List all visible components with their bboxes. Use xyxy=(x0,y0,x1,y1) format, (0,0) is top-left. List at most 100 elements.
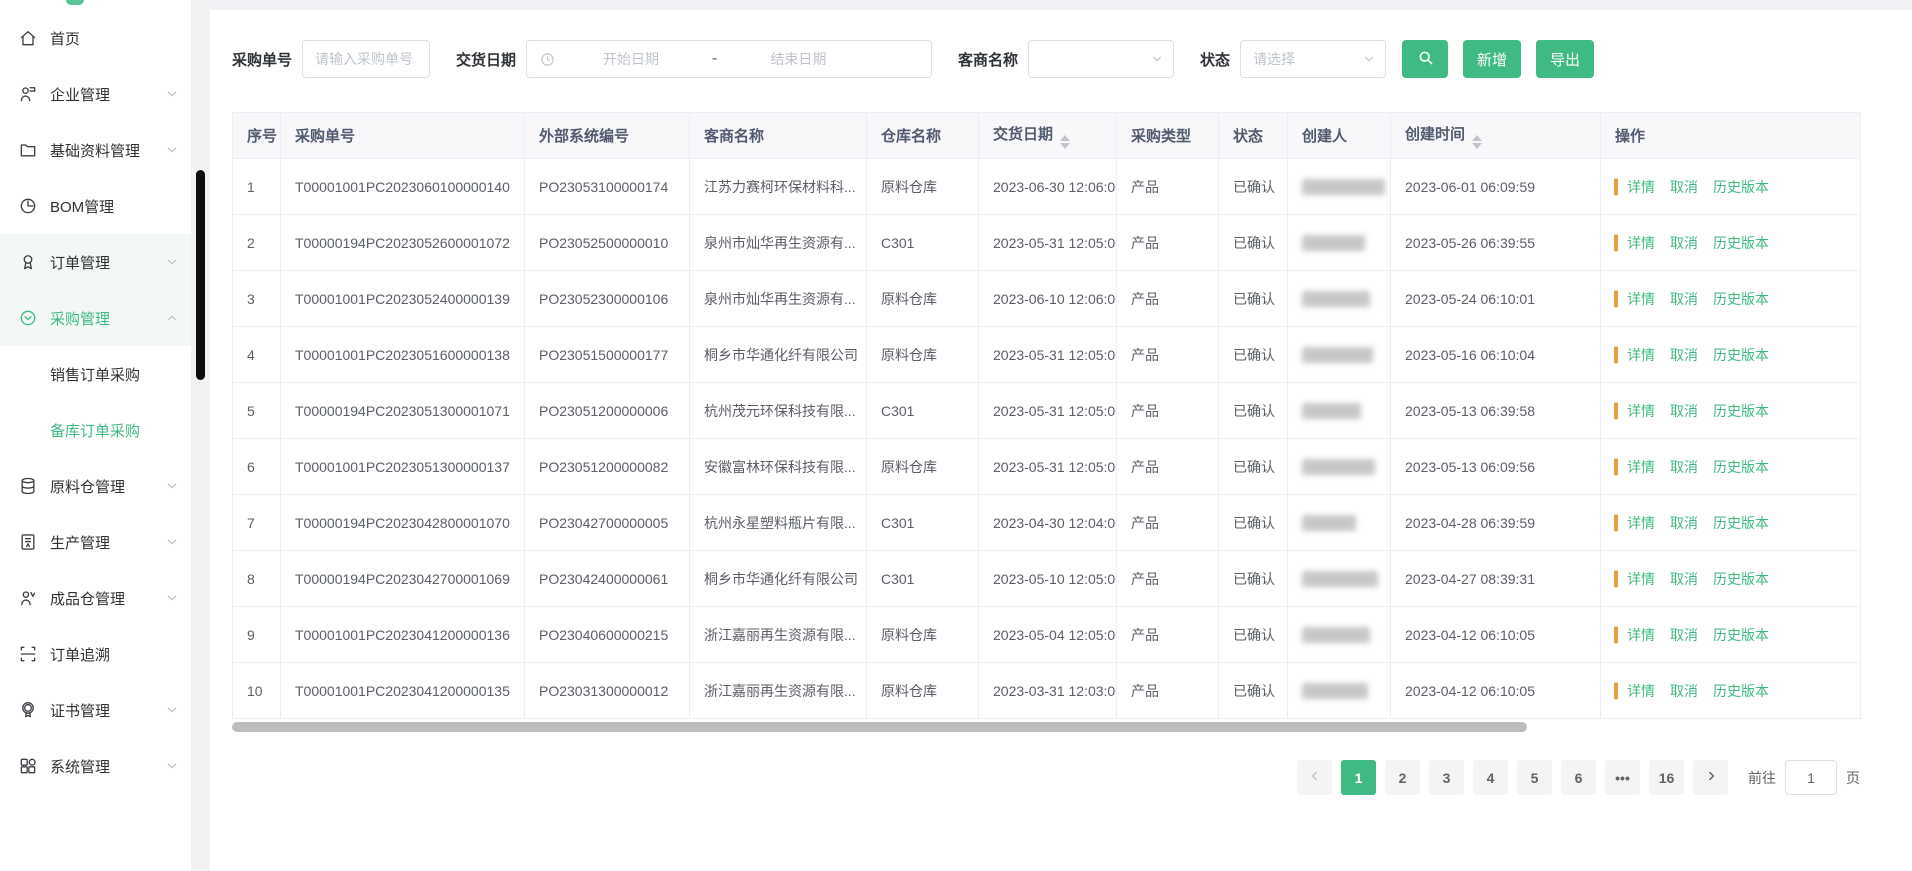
action-link-cancel[interactable]: 取消 xyxy=(1670,179,1698,195)
action-link-cancel[interactable]: 取消 xyxy=(1670,683,1698,699)
action-link-history[interactable]: 历史版本 xyxy=(1713,235,1769,251)
sidebar-item-home[interactable]: 首页 xyxy=(0,10,191,66)
action-link-detail[interactable]: 详情 xyxy=(1627,179,1655,195)
cell-ext_no: PO23053100000174 xyxy=(525,159,690,215)
action-link-detail[interactable]: 详情 xyxy=(1627,347,1655,363)
start-date-input[interactable] xyxy=(556,50,706,68)
sidebar-item-label: 订单追溯 xyxy=(50,644,110,665)
sidebar-item-bom[interactable]: BOM管理 xyxy=(0,178,191,234)
cell-purchase_type: 产品 xyxy=(1117,215,1219,271)
action-link-detail[interactable]: 详情 xyxy=(1627,291,1655,307)
action-link-detail[interactable]: 详情 xyxy=(1627,683,1655,699)
column-header-created_at[interactable]: 创建时间 xyxy=(1391,113,1601,159)
pagination-next-button[interactable] xyxy=(1693,760,1728,795)
table-horizontal-scrollbar-thumb[interactable] xyxy=(232,722,1527,732)
end-date-input[interactable] xyxy=(723,50,873,68)
cell-actions: 详情取消历史版本 xyxy=(1601,663,1861,719)
pagination-prev-button[interactable] xyxy=(1297,760,1332,795)
pagination-page-6[interactable]: 6 xyxy=(1561,760,1596,795)
action-link-detail[interactable]: 详情 xyxy=(1627,571,1655,587)
cell-ext_no: PO23040600000215 xyxy=(525,607,690,663)
cell-creator xyxy=(1288,271,1391,327)
action-link-detail[interactable]: 详情 xyxy=(1627,403,1655,419)
action-link-detail[interactable]: 详情 xyxy=(1627,627,1655,643)
cell-po_no: T00001001PC2023051600000138 xyxy=(281,327,525,383)
cell-warehouse: C301 xyxy=(867,383,979,439)
action-link-detail[interactable]: 详情 xyxy=(1627,459,1655,475)
action-link-detail[interactable]: 详情 xyxy=(1627,515,1655,531)
action-link-cancel[interactable]: 取消 xyxy=(1670,291,1698,307)
home-icon xyxy=(18,28,38,48)
cell-created_at: 2023-04-28 06:39:59 xyxy=(1391,495,1601,551)
pagination-page-16[interactable]: 16 xyxy=(1649,760,1684,795)
cell-po_no: T00001001PC2023041200000136 xyxy=(281,607,525,663)
action-link-cancel[interactable]: 取消 xyxy=(1670,347,1698,363)
action-link-history[interactable]: 历史版本 xyxy=(1713,459,1769,475)
status-select[interactable] xyxy=(1240,40,1386,78)
cell-customer: 桐乡市华通化纤有限公司 xyxy=(690,551,867,607)
column-header-delivery_date[interactable]: 交货日期 xyxy=(979,113,1117,159)
redacted-creator-name xyxy=(1302,291,1370,307)
action-link-cancel[interactable]: 取消 xyxy=(1670,627,1698,643)
sidebar-item-order[interactable]: 订单管理 xyxy=(0,234,191,290)
sidebar-item-raw-warehouse[interactable]: 原料仓管理 xyxy=(0,458,191,514)
pagination-page-1[interactable]: 1 xyxy=(1341,760,1376,795)
action-link-history[interactable]: 历史版本 xyxy=(1713,571,1769,587)
action-link-detail[interactable]: 详情 xyxy=(1627,235,1655,251)
sidebar-scrollbar-thumb[interactable] xyxy=(196,170,205,380)
action-link-history[interactable]: 历史版本 xyxy=(1713,515,1769,531)
action-link-history[interactable]: 历史版本 xyxy=(1713,347,1769,363)
action-link-cancel[interactable]: 取消 xyxy=(1670,515,1698,531)
column-header-warehouse: 仓库名称 xyxy=(867,113,979,159)
chevron-down-icon xyxy=(165,759,179,773)
hidden-column-peek xyxy=(1614,626,1618,643)
action-link-history[interactable]: 历史版本 xyxy=(1713,291,1769,307)
goto-page-input[interactable] xyxy=(1785,760,1837,795)
cell-actions: 详情取消历史版本 xyxy=(1601,439,1861,495)
sidebar-item-enterprise[interactable]: 企业管理 xyxy=(0,66,191,122)
cell-actions: 详情取消历史版本 xyxy=(1601,495,1861,551)
pagination-page-3[interactable]: 3 xyxy=(1429,760,1464,795)
cell-index: 1 xyxy=(233,159,281,215)
add-button[interactable]: 新增 xyxy=(1463,40,1521,78)
cell-ext_no: PO23052300000106 xyxy=(525,271,690,327)
sort-carets-icon[interactable] xyxy=(1060,135,1070,149)
cell-creator xyxy=(1288,327,1391,383)
cell-created_at: 2023-05-13 06:09:56 xyxy=(1391,439,1601,495)
sidebar-subitem-stock-order-purchase[interactable]: 备库订单采购 xyxy=(0,402,191,458)
sidebar-subitem-sales-order-purchase[interactable]: 销售订单采购 xyxy=(0,346,191,402)
sidebar-item-order-trace[interactable]: 订单追溯 xyxy=(0,626,191,682)
sidebar-item-production[interactable]: 生产管理 xyxy=(0,514,191,570)
cell-customer: 安徽富林环保科技有限... xyxy=(690,439,867,495)
pagination-page-5[interactable]: 5 xyxy=(1517,760,1552,795)
action-link-history[interactable]: 历史版本 xyxy=(1713,627,1769,643)
action-link-cancel[interactable]: 取消 xyxy=(1670,459,1698,475)
pagination-page-2[interactable]: 2 xyxy=(1385,760,1420,795)
sidebar-item-base-data[interactable]: 基础资料管理 xyxy=(0,122,191,178)
pagination-page-4[interactable]: 4 xyxy=(1473,760,1508,795)
sort-carets-icon[interactable] xyxy=(1472,135,1482,149)
delivery-date-range-picker[interactable]: - xyxy=(526,40,932,78)
sidebar-item-system[interactable]: 系统管理 xyxy=(0,738,191,794)
action-link-history[interactable]: 历史版本 xyxy=(1713,683,1769,699)
redacted-creator-name xyxy=(1302,235,1365,251)
sidebar-item-certificate[interactable]: 证书管理 xyxy=(0,682,191,738)
sidebar-item-procurement[interactable]: 采购管理 xyxy=(0,290,191,346)
action-link-cancel[interactable]: 取消 xyxy=(1670,403,1698,419)
delivery-date-label: 交货日期 xyxy=(456,49,516,70)
cell-creator xyxy=(1288,663,1391,719)
cell-creator xyxy=(1288,439,1391,495)
action-link-history[interactable]: 历史版本 xyxy=(1713,403,1769,419)
customer-select[interactable] xyxy=(1028,40,1174,78)
sidebar-item-finished-warehouse[interactable]: 成品仓管理 xyxy=(0,570,191,626)
grid-icon xyxy=(18,756,38,776)
po-no-input[interactable] xyxy=(302,40,430,78)
export-button[interactable]: 导出 xyxy=(1536,40,1594,78)
pagination-more-button[interactable]: ••• xyxy=(1605,760,1640,795)
action-link-history[interactable]: 历史版本 xyxy=(1713,179,1769,195)
action-link-cancel[interactable]: 取消 xyxy=(1670,571,1698,587)
search-button[interactable] xyxy=(1402,40,1448,78)
enterprise-icon xyxy=(18,84,38,104)
action-link-cancel[interactable]: 取消 xyxy=(1670,235,1698,251)
cell-status: 已确认 xyxy=(1219,495,1288,551)
